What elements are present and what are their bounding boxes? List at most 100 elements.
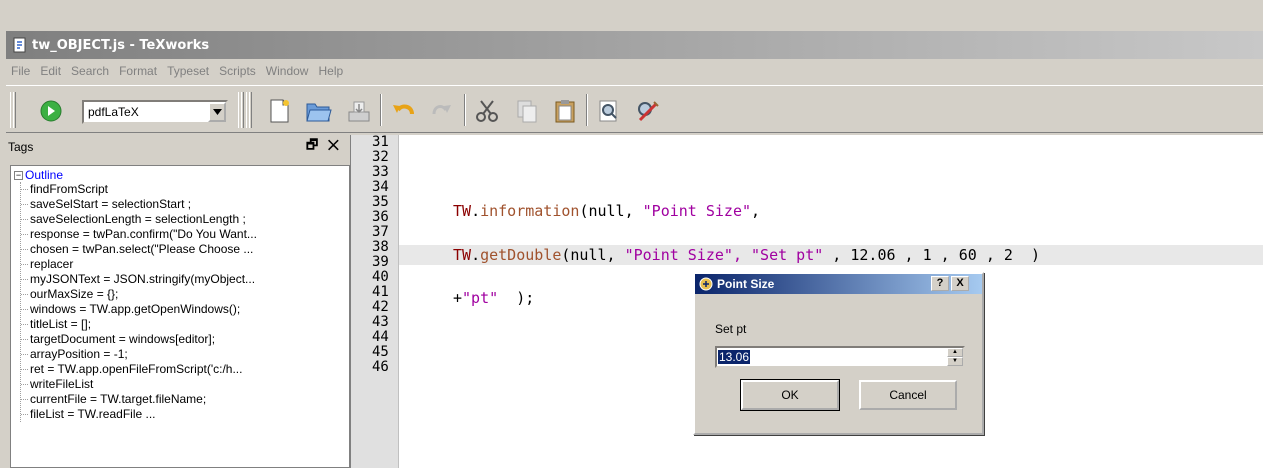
tree-root-label: Outline xyxy=(25,168,64,182)
help-button[interactable]: ? xyxy=(931,276,949,291)
point-size-spinbox[interactable]: 13.06 ▲ ▼ xyxy=(715,346,965,368)
typeset-engine-select[interactable]: pdfLaTeX xyxy=(82,100,228,124)
spin-down-icon[interactable]: ▼ xyxy=(947,357,963,366)
tags-panel: Tags 🗗 ✕ − Outline findFromScript saveSe… xyxy=(6,135,350,468)
main-toolbar: pdfLaTeX xyxy=(6,85,1263,133)
menu-format[interactable]: Format xyxy=(119,64,157,78)
replace-icon[interactable] xyxy=(632,96,662,126)
code-token: TW xyxy=(453,246,472,264)
line-number: 41 xyxy=(372,284,389,300)
line-number: 38 xyxy=(372,239,389,255)
tree-item[interactable]: targetDocument = windows[editor]; xyxy=(21,332,349,347)
tree-item[interactable]: saveSelStart = selectionStart ; xyxy=(21,197,349,212)
code-token: TW xyxy=(453,202,472,220)
code-token: ); xyxy=(498,289,535,307)
code-token: getDouble xyxy=(480,246,562,264)
tree-item[interactable]: ret = TW.app.openFileFromScript('c:/h... xyxy=(21,362,349,377)
line-number: 33 xyxy=(372,164,389,180)
save-icon[interactable] xyxy=(344,96,374,126)
tree-item[interactable]: chosen = twPan.select("Please Choose ... xyxy=(21,242,349,257)
code-line-34[interactable]: TW.information(null, "Point Size", xyxy=(399,201,1263,221)
line-number: 43 xyxy=(372,314,389,330)
engine-value: pdfLaTeX xyxy=(88,105,139,119)
line-number: 42 xyxy=(372,299,389,315)
texworks-app-icon xyxy=(12,37,28,53)
tags-panel-header: Tags 🗗 ✕ xyxy=(6,135,348,159)
paste-icon[interactable] xyxy=(550,96,580,126)
window-title: tw_OBJECT.js - TeXworks xyxy=(32,37,210,53)
line-number: 44 xyxy=(372,329,389,345)
panel-float-close-icons[interactable]: 🗗 ✕ xyxy=(306,136,342,158)
toolbar-grip[interactable] xyxy=(238,92,244,128)
tree-root[interactable]: − Outline xyxy=(11,168,349,182)
menubar: File Edit Search Format Typeset Scripts … xyxy=(6,59,1263,83)
close-button[interactable]: X xyxy=(951,276,969,291)
spinbox-value[interactable]: 13.06 xyxy=(718,350,751,364)
tree-item[interactable]: myJSONText = JSON.stringify(myObject... xyxy=(21,272,349,287)
menu-scripts[interactable]: Scripts xyxy=(219,64,256,78)
menu-file[interactable]: File xyxy=(11,64,30,78)
new-document-icon[interactable] xyxy=(264,96,294,126)
spin-buttons: ▲ ▼ xyxy=(947,348,963,366)
typeset-icon[interactable] xyxy=(36,96,66,126)
toolbar-separator xyxy=(464,94,466,126)
cancel-button[interactable]: Cancel xyxy=(859,380,957,410)
tree-item[interactable]: replacer xyxy=(21,257,349,272)
point-size-dialog: Point Size ? X Set pt 13.06 ▲ ▼ OK Cance… xyxy=(693,272,984,435)
code-token: , 12.06 , 1 , 60 , 2 ) xyxy=(823,246,1041,264)
tree-children: findFromScript saveSelStart = selectionS… xyxy=(20,182,349,422)
line-number: 40 xyxy=(372,269,389,285)
code-token: , xyxy=(751,202,761,220)
tree-item[interactable]: titleList = []; xyxy=(21,317,349,332)
line-number: 32 xyxy=(372,149,389,165)
dialog-titlebar[interactable]: Point Size ? X xyxy=(695,274,982,294)
code-line-36-current[interactable]: TW.getDouble(null, "Point Size", "Set pt… xyxy=(399,245,1263,265)
tree-item[interactable]: currentFile = TW.target.fileName; xyxy=(21,392,349,407)
toolbar-separator xyxy=(586,94,588,126)
line-number: 37 xyxy=(372,224,389,240)
menu-search[interactable]: Search xyxy=(71,64,109,78)
code-token: + xyxy=(453,289,463,307)
redo-icon[interactable] xyxy=(426,96,456,126)
toolbar-grip[interactable] xyxy=(10,92,16,128)
code-token: (null, xyxy=(561,246,625,264)
tree-item[interactable]: response = twPan.confirm("Do You Want... xyxy=(21,227,349,242)
menu-typeset[interactable]: Typeset xyxy=(167,64,209,78)
line-number: 36 xyxy=(372,209,389,225)
menu-help[interactable]: Help xyxy=(318,64,343,78)
line-number: 45 xyxy=(372,344,389,360)
cut-icon[interactable] xyxy=(472,96,502,126)
menu-window[interactable]: Window xyxy=(266,64,309,78)
line-number-gutter: 31 32 33 34 35 36 37 38 39 40 41 42 43 4… xyxy=(351,135,399,468)
spin-up-icon[interactable]: ▲ xyxy=(947,348,963,357)
tree-item[interactable]: ourMaxSize = {}; xyxy=(21,287,349,302)
tree-item[interactable]: saveSelectionLength = selectionLength ; xyxy=(21,212,349,227)
window-titlebar[interactable]: tw_OBJECT.js - TeXworks xyxy=(6,31,1263,59)
tree-item[interactable]: findFromScript xyxy=(21,182,349,197)
outline-tree[interactable]: − Outline findFromScript saveSelStart = … xyxy=(10,165,350,468)
code-token: . xyxy=(471,246,481,264)
desktop-strip xyxy=(0,0,1263,31)
code-token: (null, xyxy=(579,202,643,220)
line-number: 39 xyxy=(372,254,389,270)
collapse-icon[interactable]: − xyxy=(14,170,23,180)
tree-item[interactable]: arrayPosition = -1; xyxy=(21,347,349,362)
spinbox-label: Set pt xyxy=(715,322,747,336)
open-folder-icon[interactable] xyxy=(304,96,334,126)
code-token: "pt" xyxy=(462,289,499,307)
code-token: information xyxy=(480,202,580,220)
ok-button[interactable]: OK xyxy=(740,379,840,411)
tree-item[interactable]: writeFileList xyxy=(21,377,349,392)
line-number: 31 xyxy=(372,134,389,150)
tree-item[interactable]: windows = TW.app.getOpenWindows(); xyxy=(21,302,349,317)
copy-icon[interactable] xyxy=(512,96,542,126)
undo-icon[interactable] xyxy=(388,96,418,126)
texworks-dialog-icon xyxy=(699,277,713,291)
toolbar-separator xyxy=(380,94,382,126)
chevron-down-icon[interactable] xyxy=(208,102,226,122)
menu-edit[interactable]: Edit xyxy=(40,64,61,78)
code-token: "Point Size", "Set pt" xyxy=(624,246,824,264)
toolbar-grip[interactable] xyxy=(246,92,252,128)
tree-item[interactable]: fileList = TW.readFile ... xyxy=(21,407,349,422)
find-icon[interactable] xyxy=(594,96,624,126)
